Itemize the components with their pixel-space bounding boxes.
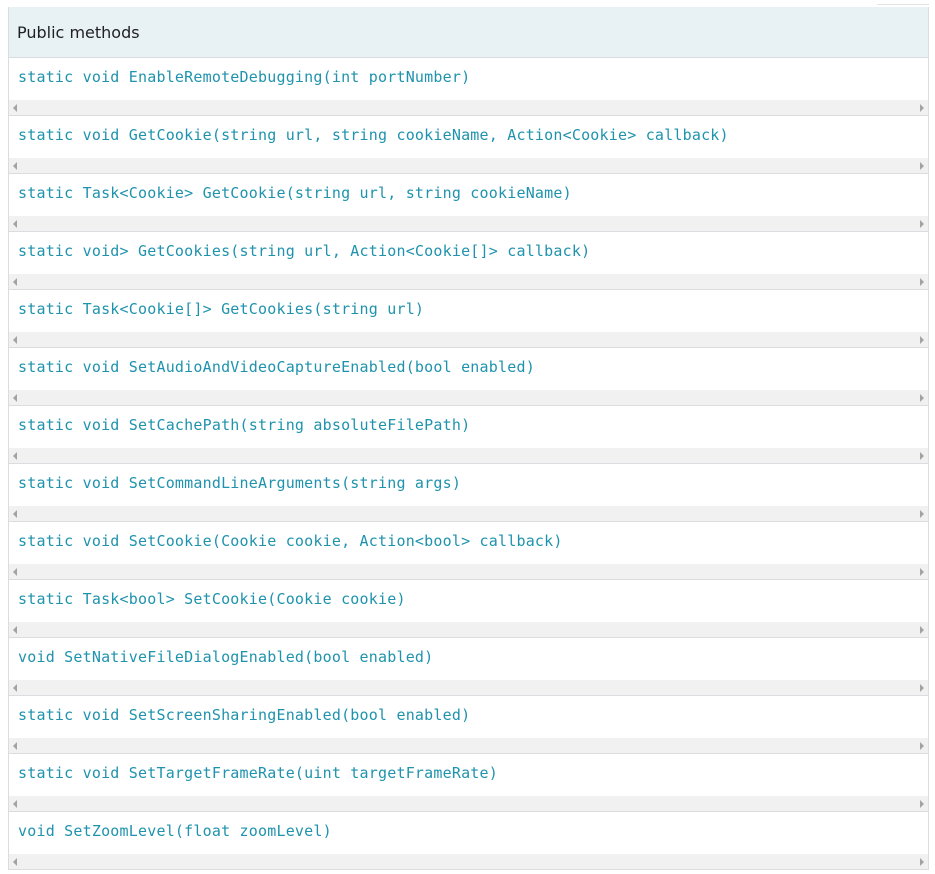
section-title: Public methods [17, 22, 140, 42]
method-signature-link[interactable]: static void SetCachePath(string absolute… [18, 416, 470, 434]
method-row: static Task<Cookie[]> GetCookies(string … [9, 289, 928, 347]
scroll-right-arrow-icon[interactable] [920, 452, 924, 460]
method-row: static void SetScreenSharingEnabled(bool… [9, 695, 928, 753]
horizontal-scrollbar[interactable] [9, 680, 928, 695]
horizontal-scrollbar[interactable] [9, 100, 928, 115]
scroll-right-arrow-icon[interactable] [920, 626, 924, 634]
method-row: void SetNativeFileDialogEnabled(bool ena… [9, 637, 928, 695]
method-signature-link[interactable]: static void SetCookie(Cookie cookie, Act… [18, 532, 563, 550]
scroll-left-arrow-icon[interactable] [13, 510, 17, 518]
scroll-left-arrow-icon[interactable] [13, 220, 17, 228]
method-signature-link[interactable]: static void SetTargetFrameRate(uint targ… [18, 764, 498, 782]
scroll-left-arrow-icon[interactable] [13, 452, 17, 460]
scroll-right-arrow-icon[interactable] [920, 800, 924, 808]
horizontal-scrollbar[interactable] [9, 216, 928, 231]
horizontal-scrollbar[interactable] [9, 854, 928, 869]
method-row: static void SetCommandLineArguments(stri… [9, 463, 928, 521]
scroll-right-arrow-icon[interactable] [920, 568, 924, 576]
method-row: void SetZoomLevel(float zoomLevel) [9, 811, 928, 869]
method-row: static void GetCookie(string url, string… [9, 115, 928, 173]
horizontal-scrollbar[interactable] [9, 738, 928, 753]
scroll-right-arrow-icon[interactable] [920, 394, 924, 402]
scroll-left-arrow-icon[interactable] [13, 278, 17, 286]
top-decoration [877, 0, 929, 5]
scroll-right-arrow-icon[interactable] [920, 336, 924, 344]
method-signature-link[interactable]: static void SetAudioAndVideoCaptureEnabl… [18, 358, 535, 376]
scroll-left-arrow-icon[interactable] [13, 742, 17, 750]
horizontal-scrollbar[interactable] [9, 622, 928, 637]
method-signature-link[interactable]: static void SetCommandLineArguments(stri… [18, 474, 461, 492]
scroll-right-arrow-icon[interactable] [920, 742, 924, 750]
scroll-right-arrow-icon[interactable] [920, 278, 924, 286]
horizontal-scrollbar[interactable] [9, 158, 928, 173]
scroll-right-arrow-icon[interactable] [920, 510, 924, 518]
method-signature-link[interactable]: static void GetCookie(string url, string… [18, 126, 729, 144]
scroll-right-arrow-icon[interactable] [920, 104, 924, 112]
horizontal-scrollbar[interactable] [9, 506, 928, 521]
method-row: static Task<bool> SetCookie(Cookie cooki… [9, 579, 928, 637]
method-signature-link[interactable]: static void EnableRemoteDebugging(int po… [18, 68, 470, 86]
table-header: Public methods [9, 7, 928, 57]
methods-list: static void EnableRemoteDebugging(int po… [9, 57, 928, 869]
horizontal-scrollbar[interactable] [9, 564, 928, 579]
method-signature-link[interactable]: static void> GetCookies(string url, Acti… [18, 242, 590, 260]
horizontal-scrollbar[interactable] [9, 274, 928, 289]
horizontal-scrollbar[interactable] [9, 448, 928, 463]
horizontal-scrollbar[interactable] [9, 332, 928, 347]
method-signature-link[interactable]: void SetNativeFileDialogEnabled(bool ena… [18, 648, 433, 666]
method-signature-link[interactable]: static Task<bool> SetCookie(Cookie cooki… [18, 590, 406, 608]
scroll-left-arrow-icon[interactable] [13, 336, 17, 344]
scroll-right-arrow-icon[interactable] [920, 684, 924, 692]
method-row: static void EnableRemoteDebugging(int po… [9, 57, 928, 115]
scroll-left-arrow-icon[interactable] [13, 394, 17, 402]
scroll-left-arrow-icon[interactable] [13, 858, 17, 866]
scroll-right-arrow-icon[interactable] [920, 858, 924, 866]
method-row: static void SetTargetFrameRate(uint targ… [9, 753, 928, 811]
scroll-left-arrow-icon[interactable] [13, 104, 17, 112]
scroll-right-arrow-icon[interactable] [920, 220, 924, 228]
method-row: static void> GetCookies(string url, Acti… [9, 231, 928, 289]
method-signature-link[interactable]: static void SetScreenSharingEnabled(bool… [18, 706, 470, 724]
scroll-left-arrow-icon[interactable] [13, 568, 17, 576]
scroll-right-arrow-icon[interactable] [920, 162, 924, 170]
method-row: static Task<Cookie> GetCookie(string url… [9, 173, 928, 231]
scroll-left-arrow-icon[interactable] [13, 800, 17, 808]
method-signature-link[interactable]: static Task<Cookie> GetCookie(string url… [18, 184, 572, 202]
horizontal-scrollbar[interactable] [9, 796, 928, 811]
public-methods-table: Public methods static void EnableRemoteD… [8, 7, 929, 870]
scroll-left-arrow-icon[interactable] [13, 684, 17, 692]
scroll-left-arrow-icon[interactable] [13, 626, 17, 634]
scroll-left-arrow-icon[interactable] [13, 162, 17, 170]
method-row: static void SetAudioAndVideoCaptureEnabl… [9, 347, 928, 405]
horizontal-scrollbar[interactable] [9, 390, 928, 405]
method-row: static void SetCachePath(string absolute… [9, 405, 928, 463]
method-signature-link[interactable]: void SetZoomLevel(float zoomLevel) [18, 822, 332, 840]
method-row: static void SetCookie(Cookie cookie, Act… [9, 521, 928, 579]
method-signature-link[interactable]: static Task<Cookie[]> GetCookies(string … [18, 300, 424, 318]
